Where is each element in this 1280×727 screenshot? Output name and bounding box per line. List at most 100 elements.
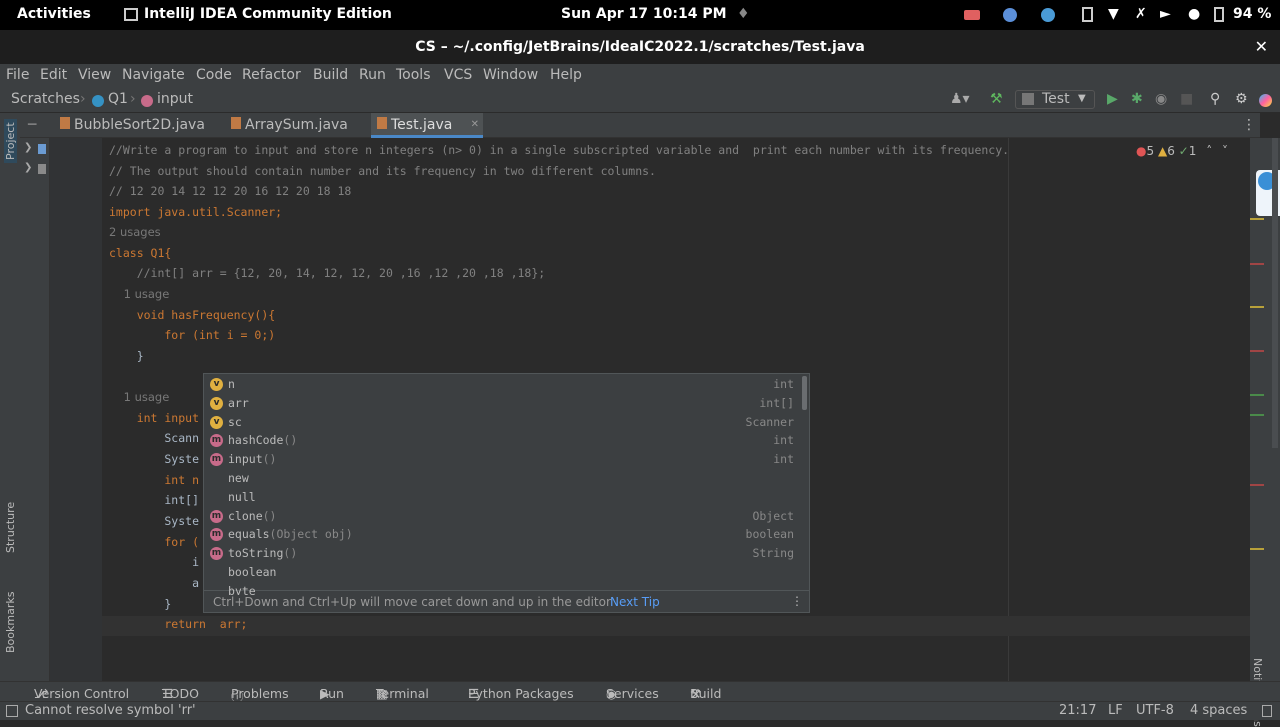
breadcrumb-scratches[interactable]: Scratches xyxy=(11,91,80,107)
warning-marker[interactable] xyxy=(1250,548,1264,550)
warning-marker[interactable] xyxy=(1250,306,1264,308)
file-encoding[interactable]: UTF-8 xyxy=(1136,703,1174,718)
completion-item[interactable]: m toString() String xyxy=(204,545,802,563)
completion-item[interactable]: m clone() Object xyxy=(204,508,802,526)
microphone-icon[interactable]: ● xyxy=(1188,6,1200,22)
tabs-menu-icon[interactable]: ─ xyxy=(28,113,36,138)
menu-run[interactable]: Run xyxy=(359,67,386,83)
bookmarks-tool-button[interactable]: Bookmarks xyxy=(4,592,17,653)
volume-icon[interactable]: ► xyxy=(1160,6,1171,22)
menu-file[interactable]: File xyxy=(6,67,29,83)
close-tab-icon[interactable]: ✕ xyxy=(471,113,479,137)
menu-tools[interactable]: Tools xyxy=(396,67,431,83)
code-line[interactable]: int[] xyxy=(109,493,199,507)
clock[interactable]: Sun Apr 17 10:14 PM xyxy=(561,6,727,22)
coverage-icon[interactable]: ◉ xyxy=(1155,91,1167,107)
lock-icon[interactable] xyxy=(1262,705,1272,717)
menu-help[interactable]: Help xyxy=(550,67,582,83)
code-line[interactable]: int n xyxy=(109,473,199,487)
app-menu-button[interactable]: IntelliJ IDEA Community Edition xyxy=(144,6,392,22)
code-line[interactable]: void hasFrequency(){ xyxy=(109,308,275,322)
expand-arrow-icon[interactable]: ❯ xyxy=(24,162,32,173)
chat-icon[interactable] xyxy=(1003,8,1017,22)
code-line[interactable]: for ( xyxy=(109,535,199,549)
indent-setting[interactable]: 4 spaces xyxy=(1190,703,1247,718)
tab-bubblesort2d[interactable]: BubbleSort2D.java xyxy=(60,113,210,138)
completion-item[interactable]: boolean xyxy=(204,564,802,582)
chevron-down-icon[interactable]: ˅ xyxy=(1222,144,1228,158)
bluetooth-icon[interactable]: ✗ xyxy=(1135,6,1147,22)
breadcrumb-input[interactable]: input xyxy=(157,91,193,107)
next-tip-link[interactable]: Next Tip xyxy=(610,595,660,609)
code-line[interactable]: // 12 20 14 12 12 20 16 12 20 18 18 xyxy=(109,184,351,198)
code-line[interactable]: class Q1{ xyxy=(109,246,171,260)
error-stripe[interactable]: Notifications xyxy=(1250,138,1280,727)
code-line[interactable]: //int[] arr = {12, 20, 14, 12, 12, 20 ,1… xyxy=(109,266,546,280)
tab-arraysum[interactable]: ArraySum.java xyxy=(231,113,361,138)
project-tool-button[interactable]: Project xyxy=(4,119,17,163)
line-separator[interactable]: LF xyxy=(1108,703,1123,718)
completion-item[interactable]: new xyxy=(204,470,802,488)
completion-item[interactable]: null xyxy=(204,489,802,507)
completion-item[interactable]: byte xyxy=(204,583,802,595)
code-line[interactable]: // The output should contain number and … xyxy=(109,164,656,178)
error-marker[interactable] xyxy=(1250,484,1264,486)
close-icon[interactable]: ✕ xyxy=(1255,30,1268,64)
completion-item[interactable]: v sc Scanner xyxy=(204,414,802,432)
popup-scrollbar[interactable] xyxy=(802,376,807,410)
hammer-icon[interactable]: ⚒ xyxy=(990,91,1003,107)
code-line[interactable]: Syste xyxy=(109,514,199,528)
run-icon[interactable]: ▶ xyxy=(1107,91,1118,107)
completion-item[interactable]: v arr int[] xyxy=(204,395,802,413)
code-line[interactable]: a xyxy=(109,576,199,590)
completion-item[interactable]: m equals(Object obj) boolean xyxy=(204,526,802,544)
menu-code[interactable]: Code xyxy=(196,67,232,83)
menu-view[interactable]: View xyxy=(78,67,111,83)
code-line[interactable]: import java.util.Scanner; xyxy=(109,205,282,219)
more-icon[interactable]: ⋮ xyxy=(791,594,803,608)
code-line[interactable]: for (int i = 0;) xyxy=(109,328,275,342)
debug-icon[interactable]: ✱ xyxy=(1131,91,1143,107)
code-line[interactable]: Scann xyxy=(109,431,199,445)
error-marker[interactable] xyxy=(1250,263,1264,265)
info-marker[interactable] xyxy=(1250,394,1264,396)
app-indicator-icon[interactable] xyxy=(1041,8,1055,22)
code-line[interactable]: i xyxy=(109,555,199,569)
completion-item[interactable]: m hashCode() int xyxy=(204,432,802,450)
code-line[interactable]: //Write a program to input and store n i… xyxy=(109,143,1009,157)
code-line[interactable]: Syste xyxy=(109,452,199,466)
menu-navigate[interactable]: Navigate xyxy=(122,67,185,83)
menu-edit[interactable]: Edit xyxy=(40,67,67,83)
code-line[interactable]: } xyxy=(109,597,171,611)
caret-position[interactable]: 21:17 xyxy=(1059,703,1096,718)
code-line[interactable]: } xyxy=(109,349,144,363)
wifi-icon[interactable]: ▼ xyxy=(1108,6,1119,22)
completion-item[interactable]: m input() int xyxy=(204,451,802,469)
chevron-up-icon[interactable]: ˄ xyxy=(1206,144,1212,158)
menu-window[interactable]: Window xyxy=(483,67,538,83)
tab-test[interactable]: Test.java ✕ xyxy=(371,113,483,138)
stop-icon[interactable]: ■ xyxy=(1180,91,1193,107)
screen-record-icon[interactable] xyxy=(964,10,980,20)
menu-refactor[interactable]: Refactor xyxy=(242,67,301,83)
gear-icon[interactable]: ⚙ xyxy=(1235,91,1248,107)
structure-tool-button[interactable]: Structure xyxy=(4,502,17,553)
breadcrumb-q1[interactable]: Q1 xyxy=(108,91,128,107)
phone-icon[interactable] xyxy=(1082,7,1093,22)
more-icon[interactable]: ⋮ xyxy=(1242,113,1256,138)
menu-build[interactable]: Build xyxy=(313,67,348,83)
code-line[interactable]: return arr; xyxy=(109,617,247,631)
toolbox-icon[interactable] xyxy=(1259,94,1272,107)
toggle-tool-windows-icon[interactable] xyxy=(6,705,18,717)
user-icon[interactable]: ♟▾ xyxy=(950,91,970,107)
menu-vcs[interactable]: VCS xyxy=(444,67,472,83)
scrollbar-thumb[interactable] xyxy=(1272,138,1278,448)
activities-button[interactable]: Activities xyxy=(17,6,91,22)
info-marker[interactable] xyxy=(1250,414,1264,416)
inspection-widget[interactable]: ●5 ▲6 ✓1 ˄ ˅ xyxy=(1136,144,1228,158)
error-marker[interactable] xyxy=(1250,350,1264,352)
warning-marker[interactable] xyxy=(1250,218,1264,220)
completion-item[interactable]: v n int xyxy=(204,376,802,394)
search-icon[interactable]: ⚲ xyxy=(1210,91,1220,107)
code-completion-popup[interactable]: Ctrl+Down and Ctrl+Up will move caret do… xyxy=(203,373,810,613)
